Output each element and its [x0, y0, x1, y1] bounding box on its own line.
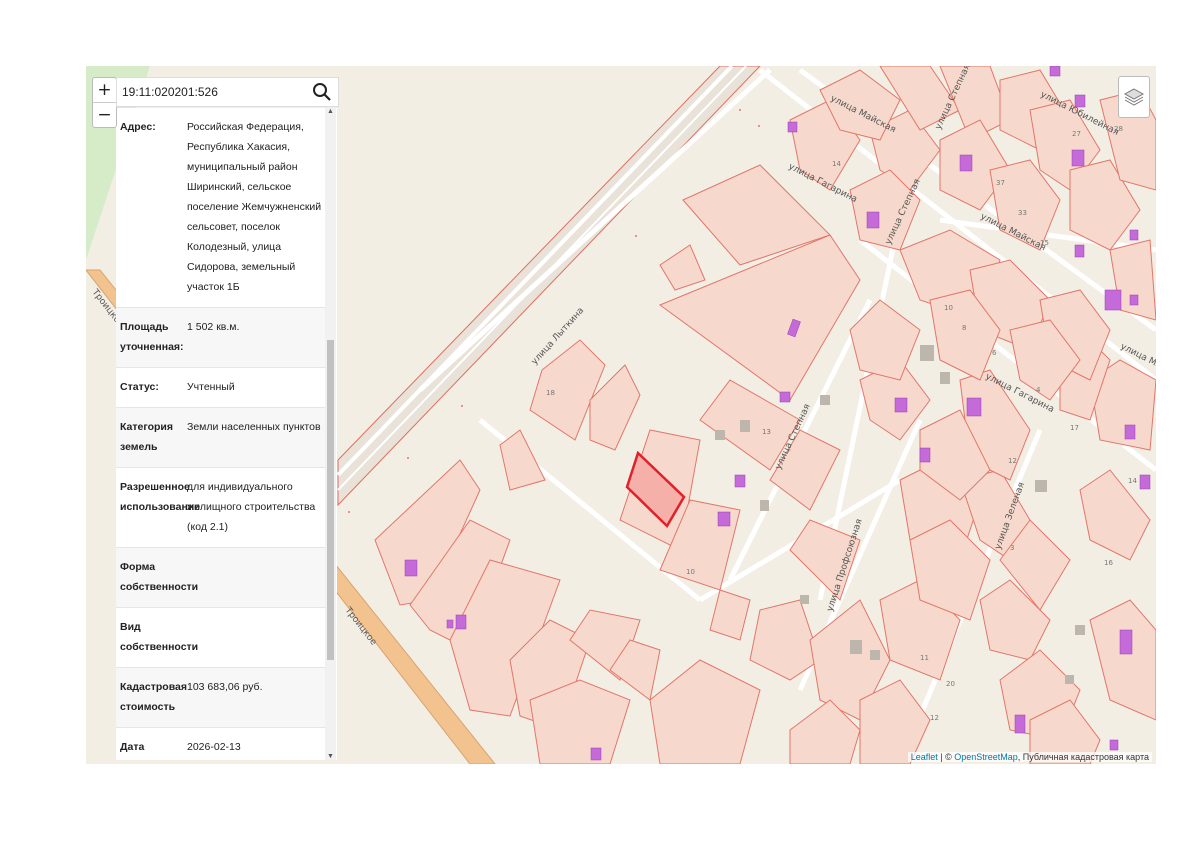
scroll-up-arrow[interactable]: ▲ [325, 108, 336, 115]
panel-scrollbar[interactable]: ▲ ▼ [325, 108, 336, 760]
house-number: 10 [944, 304, 953, 312]
house-number: 3 [1010, 544, 1014, 552]
info-row-value: Российская Федерация, Республика Хакасия… [187, 121, 322, 293]
house-number: 17 [1070, 424, 1079, 432]
house-number: 10 [686, 568, 695, 576]
info-row-value: 1 502 кв.м. [187, 321, 240, 333]
info-row: Форма собственности [116, 548, 325, 608]
info-row: Площадь уточненная: 1 502 кв.м. [116, 308, 325, 368]
house-number: 37 [996, 179, 1005, 187]
house-number: 8 [962, 324, 966, 332]
info-row: Вид собственности [116, 608, 325, 668]
info-rows: Адрес: Российская Федерация, Республика Х… [116, 108, 325, 760]
info-row-value: 103 683,06 руб. [187, 681, 263, 693]
scroll-down-arrow[interactable]: ▼ [325, 753, 336, 760]
info-row-value [187, 557, 325, 597]
info-row-label: Вид собственности [120, 621, 199, 653]
house-number: 6 [992, 349, 997, 357]
house-number: 4 [1036, 386, 1041, 394]
info-row-label: Кадастровая стоимость [120, 681, 187, 713]
house-number: 27 [1072, 130, 1081, 138]
info-row: Кадастровая стоимость 103 683,06 руб. [116, 668, 325, 728]
info-row: Адрес: Российская Федерация, Республика Х… [116, 108, 325, 308]
info-row-value: для индивидуального жилищного строительс… [187, 481, 316, 533]
info-row: Категория земель Земли населенных пунктов [116, 408, 325, 468]
info-row: Разрешенное использование для индивидуаль… [116, 468, 325, 548]
house-number: 14 [832, 160, 841, 168]
osm-link[interactable]: OpenStreetMap [954, 752, 1018, 762]
info-row-value [187, 617, 325, 657]
info-row-label: Площадь уточненная: [120, 321, 184, 353]
info-row-label: Разрешенное использование [120, 481, 201, 513]
search-button[interactable] [309, 79, 335, 105]
house-number: 13 [762, 428, 771, 436]
magnifier-icon [313, 83, 331, 101]
parcel-info-panel[interactable]: Адрес: Российская Федерация, Республика Х… [116, 108, 337, 760]
house-number: 11 [920, 654, 929, 662]
house-number: 20 [946, 680, 955, 688]
info-row-value: Учтенный [187, 381, 235, 393]
layers-icon [1123, 88, 1145, 106]
leaflet-link[interactable]: Leaflet [911, 752, 938, 762]
house-number: 12 [930, 714, 939, 722]
attribution-text: , Публичная кадастровая карта [1017, 752, 1149, 762]
house-number: 16 [1104, 559, 1113, 567]
scroll-thumb[interactable] [327, 340, 334, 660]
attribution-sep: | © [937, 752, 955, 762]
info-row-value: Земли населенных пунктов [187, 421, 321, 433]
zoom-in-button[interactable]: + [93, 78, 116, 102]
info-row-value: 2026-02-13 [187, 741, 241, 753]
house-number: 28 [1114, 125, 1123, 133]
info-row: Статус: Учтенный [116, 368, 325, 408]
info-row: Дата применения 2026-02-13 [116, 728, 325, 760]
info-row-label: Адрес: [120, 121, 156, 133]
house-number: 18 [546, 389, 555, 397]
info-row-label: Категория земель [120, 421, 174, 453]
house-number: 15 [1040, 239, 1049, 247]
map-attribution: Leaflet | © OpenStreetMap, Публичная кад… [907, 752, 1152, 762]
info-row-label: Дата применения [120, 741, 145, 753]
search-box [116, 77, 339, 107]
cadastral-search-input[interactable] [117, 84, 309, 100]
zoom-control: + − [92, 77, 117, 128]
info-row-label: Форма собственности [120, 561, 199, 593]
house-number: 14 [1128, 477, 1137, 485]
info-row-label: Статус: [120, 381, 159, 393]
zoom-out-button[interactable]: − [93, 102, 116, 127]
house-number: 12 [1008, 457, 1017, 465]
house-number: 33 [1018, 209, 1027, 217]
layers-button[interactable] [1118, 76, 1150, 118]
